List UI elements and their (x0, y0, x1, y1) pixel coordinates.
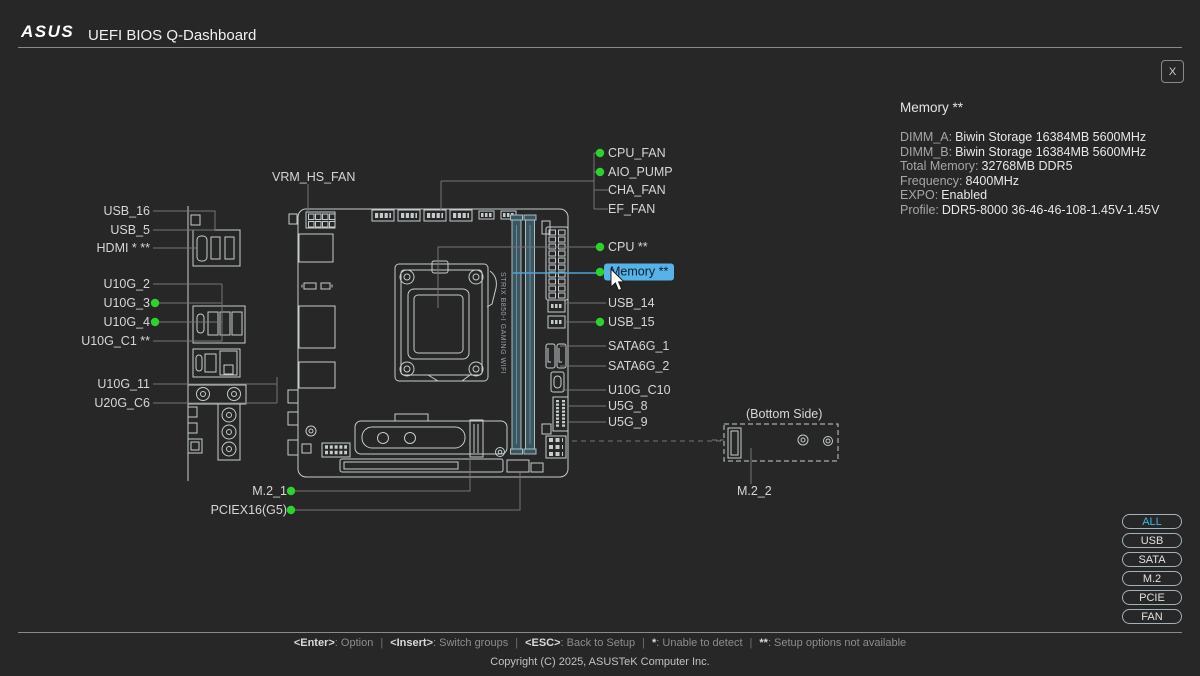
bios-q-dashboard-screen: ASUS UEFI BIOS Q-Dashboard X Memory ** D… (0, 0, 1200, 676)
port-label-u10g-4[interactable]: U10G_4 (103, 315, 150, 329)
m2-1-slot (355, 414, 507, 457)
port-label-aio-pump[interactable]: AIO_PUMP (608, 165, 673, 179)
port-label-usb-15[interactable]: USB_15 (608, 315, 655, 329)
hdmi-port (197, 236, 207, 261)
port-label-cha-fan[interactable]: CHA_FAN (608, 183, 666, 197)
hint-insert: <Insert>: Switch groups (390, 637, 508, 649)
status-dot-cpu-fan (596, 149, 604, 157)
port-label-m2-2[interactable]: M.2_2 (737, 484, 772, 498)
status-dot-usb-15 (596, 318, 604, 326)
board-bottom-left-components (302, 426, 350, 457)
port-label-u10g-11[interactable]: U10G_11 (97, 377, 150, 391)
port-label-u10g-3[interactable]: U10G_3 (103, 296, 150, 310)
status-bar: <Enter>: Option|<Insert>: Switch groups|… (0, 637, 1200, 649)
port-label-sata6g-1[interactable]: SATA6G_1 (608, 339, 669, 353)
filter-button-m2[interactable]: M.2 (1122, 571, 1182, 586)
port-label-cpu-fan[interactable]: CPU_FAN (608, 146, 666, 160)
port-label-m2-1[interactable]: M.2_1 (252, 484, 287, 498)
port-label-pciex16[interactable]: PCIEX16(G5) (211, 503, 287, 517)
board-model-text: STRIX B850-I GAMING WIFI (499, 272, 506, 374)
vrm-hs-fan-connector (306, 212, 335, 228)
sata-port-1 (546, 344, 555, 368)
port-label-vrm-hs-fan[interactable]: VRM_HS_FAN (272, 170, 355, 184)
port-label-u5g-8[interactable]: U5G_8 (608, 399, 648, 413)
lan-port (220, 351, 237, 375)
copyright-text: Copyright (C) 2025, ASUSTeK Computer Inc… (0, 656, 1200, 668)
filter-button-sata[interactable]: SATA (1122, 552, 1182, 567)
sata-port-2 (557, 344, 566, 368)
m2-2-slot (728, 428, 741, 458)
filter-button-fan[interactable]: FAN (1122, 609, 1182, 624)
port-label-usb-16[interactable]: USB_16 (103, 204, 150, 218)
label-connector-lines (153, 153, 751, 510)
port-label-usb-14[interactable]: USB_14 (608, 296, 655, 310)
bottom-side-box (712, 424, 838, 461)
port-label-u10g-2[interactable]: U10G_2 (103, 277, 150, 291)
hint-double-asterisk: **: Setup options not available (759, 637, 906, 649)
port-label-u5g-9[interactable]: U5G_9 (608, 415, 648, 429)
mouse-cursor (608, 268, 630, 294)
ram-slots (511, 215, 537, 454)
fan-headers (372, 210, 516, 221)
board-left-components (299, 234, 335, 388)
rear-io-bracket (188, 206, 246, 481)
status-dot-aio-pump (596, 168, 604, 176)
status-dot-cpu (596, 243, 604, 251)
bottom-side-caption: (Bottom Side) (746, 407, 822, 421)
port-label-u20g-c6[interactable]: U20G_C6 (94, 396, 150, 410)
port-label-ef-fan[interactable]: EF_FAN (608, 202, 655, 216)
filter-button-pcie[interactable]: PCIE (1122, 590, 1182, 605)
status-dot-u10g-4 (151, 318, 159, 326)
port-label-cpu[interactable]: CPU ** (608, 240, 648, 254)
filter-button-group: ALL USB SATA M.2 PCIE FAN (1122, 514, 1182, 628)
footer-divider (18, 632, 1182, 633)
filter-button-usb[interactable]: USB (1122, 533, 1182, 548)
status-dot-u10g-3 (151, 299, 159, 307)
hint-asterisk: *: Unable to detect (652, 637, 743, 649)
right-edge-headers (542, 300, 568, 458)
port-label-hdmi[interactable]: HDMI * ** (97, 241, 150, 255)
hint-enter: <Enter>: Option (294, 637, 374, 649)
motherboard-diagram: STRIX B850-I GAMING WIFI (0, 0, 1200, 676)
port-label-sata6g-2[interactable]: SATA6G_2 (608, 359, 669, 373)
port-label-u10g-c1[interactable]: U10G_C1 ** (81, 334, 150, 348)
hint-esc: <ESC>: Back to Setup (525, 637, 635, 649)
pciex16-slot (340, 459, 543, 472)
atx-24pin-connector (542, 221, 568, 300)
port-label-usb-5[interactable]: USB_5 (110, 223, 150, 237)
port-label-u10g-c10[interactable]: U10G_C10 (608, 383, 671, 397)
status-dot-memory (596, 268, 604, 276)
filter-button-all[interactable]: ALL (1122, 514, 1182, 529)
status-dot-pciex16 (287, 506, 295, 514)
cpu-socket (395, 261, 496, 381)
status-dot-m2-1 (287, 487, 295, 495)
